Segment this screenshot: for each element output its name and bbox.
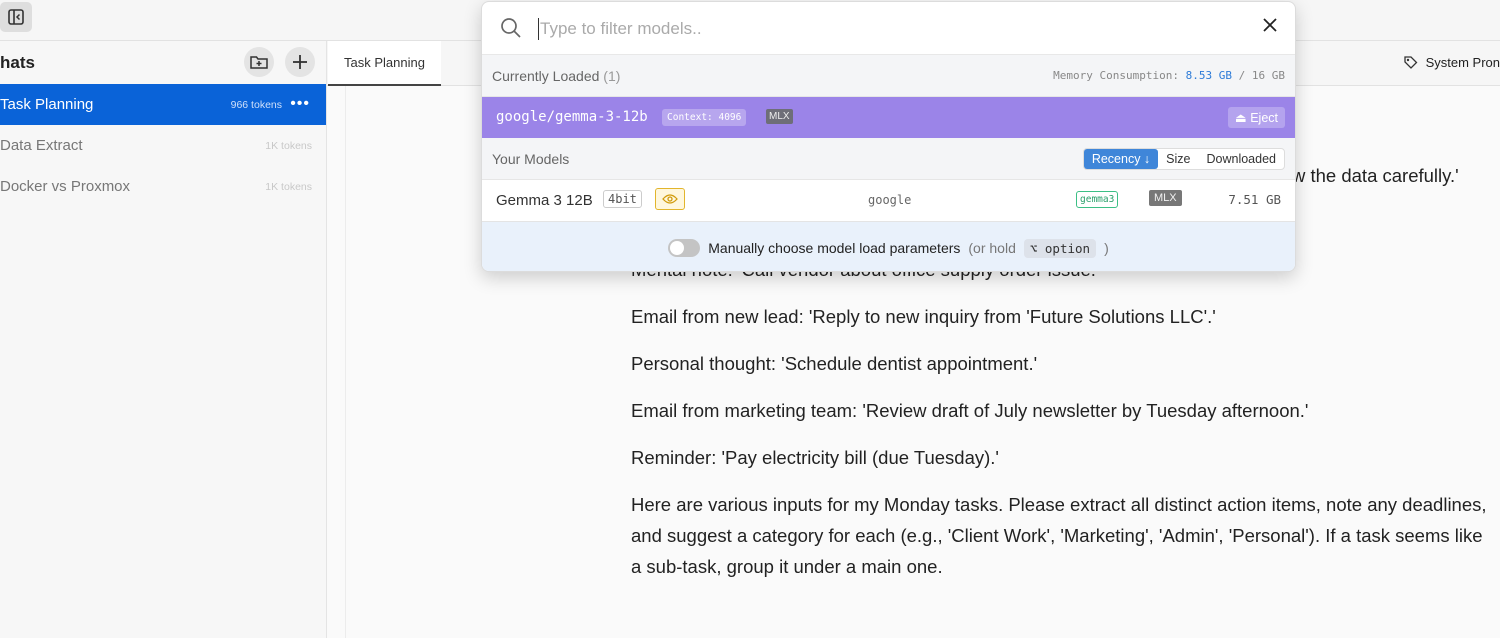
text-caret [538,18,539,40]
model-filter-input[interactable] [538,14,1142,44]
chat-item-tokens: 1K tokens [265,180,312,193]
chat-item-name: Task Planning [0,96,94,113]
context-badge: Context: 4096 [662,109,747,126]
loaded-model-name: google/gemma-3-12b [496,109,648,125]
system-prompt-label: System Pron [1425,55,1500,70]
tab-task-planning[interactable]: Task Planning [328,41,441,86]
eject-icon: ⏏ [1234,111,1247,125]
chat-item-name: Docker vs Proxmox [0,178,131,195]
eject-button[interactable]: ⏏ Eject [1227,107,1285,128]
format-badge: MLX [1149,190,1182,206]
search-icon [501,18,521,38]
your-models-label: Your Models [492,151,570,167]
message-line: Here are various inputs for my Monday ta… [631,494,1487,515]
manual-load-label: Manually choose model load parameters [708,240,961,256]
message-line: Reminder: 'Pay electricity bill (due Tue… [631,447,999,468]
loaded-model-row[interactable]: google/gemma-3-12b Context: 4096 MLX ⏏ E… [482,97,1295,138]
option-key: ⌥ option [1023,238,1097,258]
chat-item-tokens: 966 tokens [230,98,282,111]
sort-recency[interactable]: Recency ↓ [1083,149,1159,169]
vision-badge [655,188,685,210]
model-picker: Currently Loaded (1) Memory Consumption:… [481,1,1296,272]
model-row[interactable]: Gemma 3 12B 4bit google gemma3 MLX 7.51 … [482,180,1295,221]
new-folder-icon [250,56,268,69]
close-icon[interactable] [1261,16,1279,34]
more-options-icon[interactable]: ••• [290,95,310,113]
sidebar-toggle-button[interactable] [0,2,32,32]
quant-badge: 4bit [603,190,642,208]
message-line: Email from new lead: 'Reply to new inqui… [631,306,1216,327]
system-prompt-button[interactable]: System Pron [1403,55,1500,70]
manual-load-row: Manually choose model load parameters (o… [482,221,1295,271]
manual-load-hint: (or hold [968,240,1016,256]
memory-consumption: Memory Consumption: 8.53 GB / 16 GB [1053,69,1285,82]
format-badge: MLX [766,109,793,124]
currently-loaded-label: Currently Loaded (1) [492,68,621,84]
model-publisher: google [868,193,912,207]
eye-icon [662,194,678,204]
sort-downloaded[interactable]: Downloaded [1199,149,1285,169]
sort-size[interactable]: Size [1158,149,1198,169]
chat-item-data-extract[interactable]: Data Extract 1K tokens [0,125,326,166]
chats-sidebar: hats Task Planning 966 tokens ••• Data E… [0,41,327,638]
chat-item-tokens: 1K tokens [265,139,312,152]
sidebar-header: hats [0,41,326,84]
message-line: w the data carefully.' [1292,165,1459,186]
message-line: and suggest a category for each (e.g., '… [631,525,1483,546]
chat-item-docker-vs-proxmox[interactable]: Docker vs Proxmox 1K tokens [0,166,326,207]
currently-loaded-header: Currently Loaded (1) Memory Consumption:… [482,55,1295,97]
sidebar-toggle-icon [8,9,24,25]
message-line: Personal thought: 'Schedule dentist appo… [631,353,1038,374]
message-line: a sub-task, group it under a main one. [631,556,943,577]
sidebar-title: hats [0,53,35,72]
manual-load-toggle[interactable] [668,239,701,257]
message-line: Email from marketing team: 'Review draft… [631,400,1309,421]
model-search-row [482,2,1295,55]
model-size: 7.51 GB [1228,192,1281,207]
sort-control: Recency ↓ Size Downloaded [1082,148,1285,170]
chat-item-task-planning[interactable]: Task Planning 966 tokens ••• [0,84,326,125]
model-name: Gemma 3 12B [496,192,593,209]
divider [345,86,346,638]
new-chat-button[interactable] [285,47,315,77]
chat-item-name: Data Extract [0,137,83,154]
plus-icon [293,55,307,69]
manual-load-hint-end: ) [1104,240,1109,256]
new-folder-button[interactable] [244,47,274,77]
your-models-header: Your Models Recency ↓ Size Downloaded [482,138,1295,180]
arch-badge: gemma3 [1076,191,1119,208]
tag-icon [1403,56,1417,69]
